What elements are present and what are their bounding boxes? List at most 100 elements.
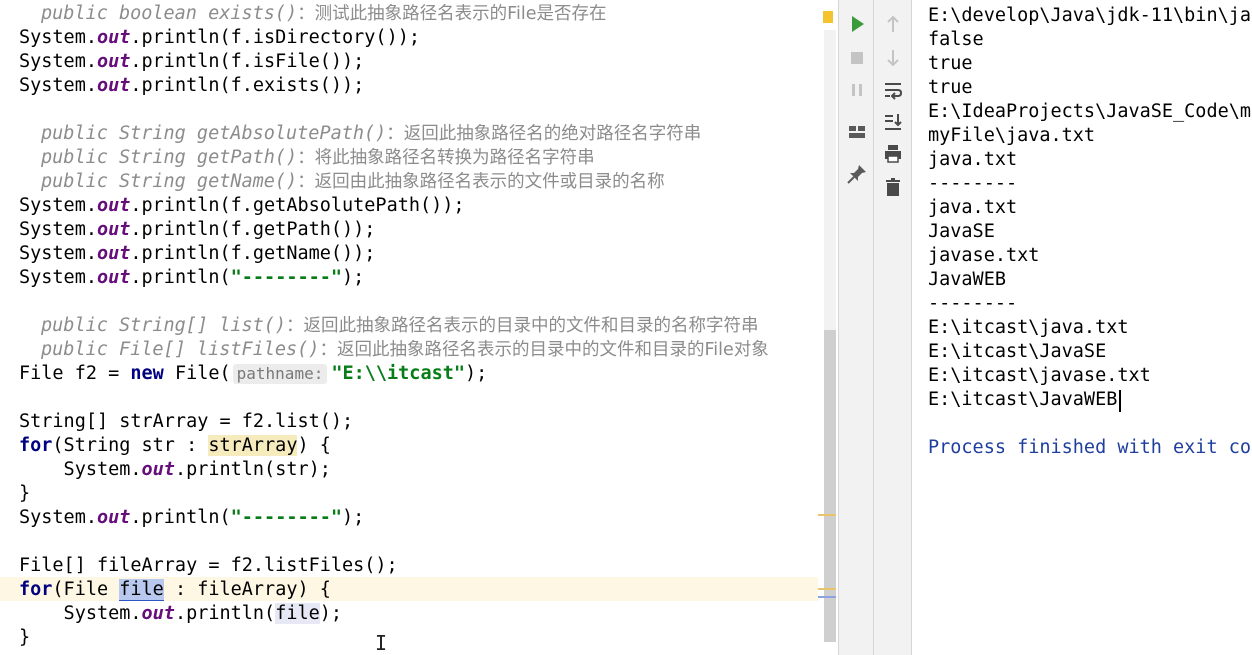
code-token: System.	[19, 75, 97, 96]
pin-icon[interactable]	[845, 162, 869, 186]
error-stripe-marker[interactable]	[818, 588, 836, 590]
code-token: .println(f.exists());	[130, 75, 365, 96]
code-line[interactable]: System.out.println("--------");	[19, 266, 364, 290]
doc-comment-line[interactable]: public String getPath()：将此抽象路径名转换为路径名字符串	[41, 146, 595, 170]
print-icon[interactable]	[881, 142, 905, 166]
code-token: System.	[19, 507, 97, 528]
doc-comment-line[interactable]: public String[] list()：返回此抽象路径名表示的目录中的文件…	[41, 314, 759, 338]
console-line: true	[928, 53, 973, 74]
code-token: System.	[19, 27, 97, 48]
code-token: File(	[163, 363, 231, 384]
method-signature: public String getAbsolutePath()	[41, 123, 387, 144]
code-token: System.	[19, 267, 97, 288]
code-token: );	[319, 603, 343, 624]
string-literal-token: "--------"	[230, 507, 343, 528]
console-line: --------	[928, 173, 1018, 194]
doc-comment-line[interactable]: public File[] listFiles()：返回此抽象路径名表示的目录中…	[41, 338, 769, 362]
code-token: ) {	[297, 435, 331, 456]
static-field-token: out	[96, 27, 131, 48]
code-token: .println(f.getAbsolutePath());	[130, 195, 465, 216]
code-token: .println(f.getName());	[130, 243, 376, 264]
static-field-token: out	[96, 507, 131, 528]
trash-icon[interactable]	[881, 175, 905, 199]
usage-stripe-marker[interactable]	[818, 596, 836, 598]
console-line: E:\develop\Java\jdk-11\bin\ja	[928, 5, 1252, 26]
code-line[interactable]: System.out.println(f.exists());	[19, 74, 364, 98]
code-line[interactable]: for(String str : strArray) {	[19, 434, 331, 458]
highlighted-identifier: file	[275, 603, 320, 624]
static-field-token: out	[141, 603, 175, 624]
static-field-token: out	[96, 219, 131, 240]
method-description: ：将此抽象路径名转换为路径名字符串	[297, 148, 595, 168]
keyword-token: for	[19, 435, 53, 456]
method-signature: public boolean exists()	[41, 3, 298, 24]
code-line[interactable]: System.out.println(f.isFile());	[19, 50, 364, 74]
code-line[interactable]: System.out.println("--------");	[19, 506, 364, 530]
doc-comment-line[interactable]: public String getAbsolutePath()：返回此抽象路径名…	[41, 122, 701, 146]
code-line[interactable]: System.out.println(file);	[19, 602, 342, 626]
code-line[interactable]: File f2 = new File(pathname: "E:\\itcast"…	[19, 362, 487, 386]
code-token: );	[465, 363, 488, 384]
code-token: : fileArray) {	[163, 579, 331, 600]
selected-identifier: file	[119, 579, 164, 601]
stop-icon[interactable]	[845, 46, 869, 70]
console-line: true	[928, 77, 973, 98]
code-editor[interactable]: public boolean exists()：测试此抽象路径名表示的File是…	[0, 0, 838, 655]
pause-icon[interactable]	[845, 78, 869, 102]
code-token: }	[19, 483, 31, 504]
console-line: JavaWEB	[928, 269, 1006, 290]
warning-marker[interactable]	[823, 11, 833, 23]
soft-wrap-icon[interactable]	[881, 78, 905, 102]
code-token: File[] fileArray = f2.listFiles();	[19, 555, 398, 576]
code-line[interactable]: File[] fileArray = f2.listFiles();	[19, 554, 398, 578]
run-console-output[interactable]: E:\develop\Java\jdk-11\bin\ja false true tr…	[912, 0, 1252, 655]
code-token: .println(	[174, 603, 276, 624]
code-token: System.	[19, 219, 97, 240]
static-field-token: out	[96, 195, 131, 216]
keyword-token: new	[130, 363, 164, 384]
code-line[interactable]: System.out.println(f.isDirectory());	[19, 26, 420, 50]
code-line[interactable]: for(File file : fileArray) {	[19, 578, 331, 602]
static-field-token: out	[96, 243, 131, 264]
code-token: .println(f.isDirectory());	[130, 27, 420, 48]
arrow-up-icon[interactable]	[881, 12, 905, 36]
method-description: ：返回由此抽象路径名表示的文件或目录的名称	[297, 172, 665, 192]
mouse-ibeam-cursor: I	[375, 631, 388, 655]
code-token: (String str :	[52, 435, 209, 456]
method-description: ：返回此抽象路径名表示的目录中的文件和目录的名称字符串	[286, 316, 759, 336]
code-token: System.	[19, 603, 142, 624]
console-line: JavaSE	[928, 221, 995, 242]
method-signature: public String getName()	[41, 171, 298, 192]
code-token: File f2 =	[19, 363, 131, 384]
layout-icon[interactable]	[845, 120, 869, 144]
code-line[interactable]: System.out.println(str);	[19, 458, 331, 482]
code-line[interactable]: }	[19, 626, 30, 650]
code-token: .println(f.getPath());	[130, 219, 376, 240]
code-token: (File	[52, 579, 120, 600]
console-line: myFile\java.txt	[928, 125, 1096, 146]
parameter-hint: pathname:	[232, 364, 328, 384]
code-token: }	[19, 627, 31, 648]
code-line[interactable]: }	[19, 482, 30, 506]
method-signature: public String[] list()	[41, 315, 287, 336]
run-toolbar-secondary	[874, 0, 912, 655]
console-line: java.txt	[928, 197, 1018, 218]
arrow-down-icon[interactable]	[881, 46, 905, 70]
console-line: --------	[928, 293, 1018, 314]
static-field-token: out	[141, 459, 175, 480]
console-line: E:\IdeaProjects\JavaSE_Code\m	[928, 101, 1252, 122]
doc-comment-line[interactable]: public String getName()：返回由此抽象路径名表示的文件或目…	[41, 170, 665, 194]
scroll-to-end-icon[interactable]	[881, 110, 905, 134]
console-line: E:\itcast\javase.txt	[928, 365, 1151, 386]
code-line[interactable]: System.out.println(f.getPath());	[19, 218, 375, 242]
code-line[interactable]: System.out.println(f.getName());	[19, 242, 375, 266]
static-field-token: out	[96, 75, 131, 96]
code-token: System.	[19, 459, 142, 480]
method-description: ：返回此抽象路径名的绝对路径名字符串	[386, 124, 702, 144]
run-icon[interactable]	[845, 12, 869, 36]
error-stripe-marker[interactable]	[818, 514, 836, 516]
code-line[interactable]: System.out.println(f.getAbsolutePath());	[19, 194, 465, 218]
process-finished-message: Process finished with exit co	[928, 437, 1252, 458]
code-line[interactable]: String[] strArray = f2.list();	[19, 410, 353, 434]
doc-comment-line[interactable]: public boolean exists()：测试此抽象路径名表示的File是…	[41, 2, 606, 26]
